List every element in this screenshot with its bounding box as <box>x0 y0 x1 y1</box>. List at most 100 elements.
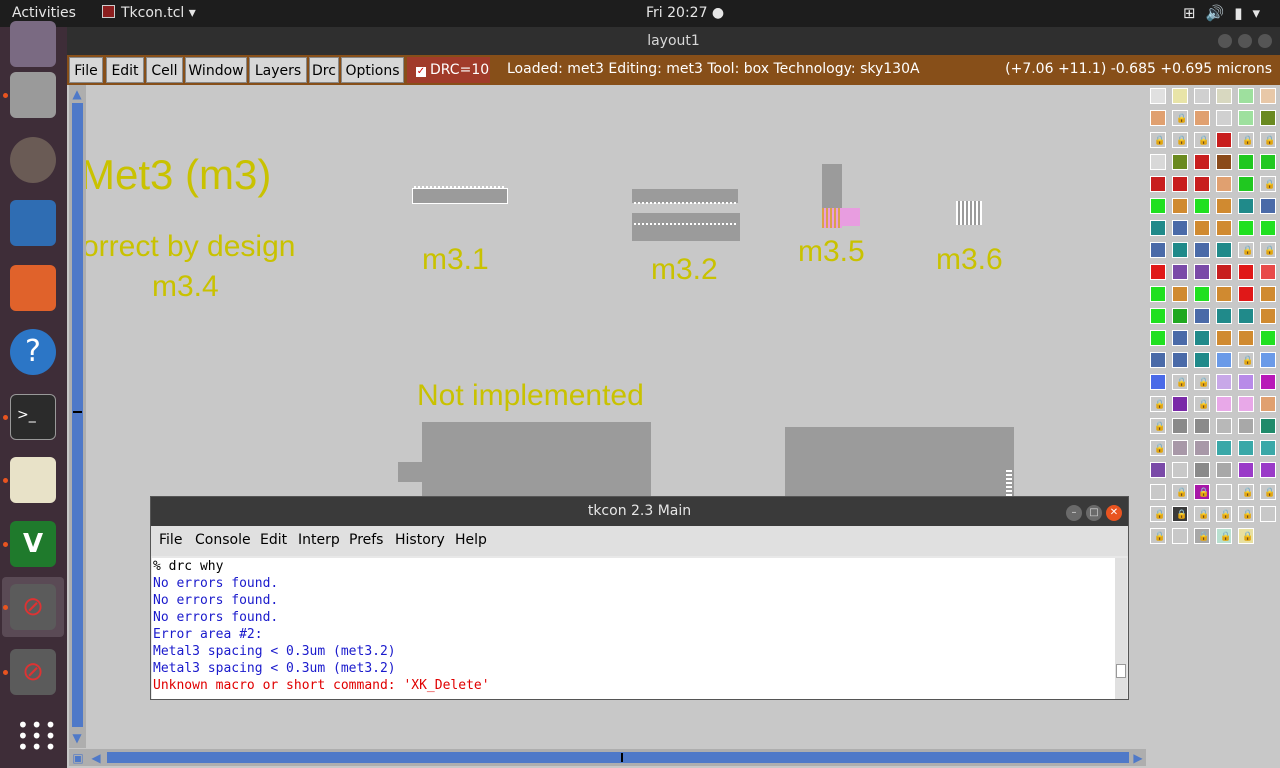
maximize-button[interactable] <box>1238 34 1252 48</box>
layer-swatch[interactable] <box>1194 198 1210 214</box>
tkcon-menu-console[interactable]: Console <box>195 532 251 548</box>
m32-shape-top[interactable] <box>632 189 738 203</box>
layer-swatch[interactable] <box>1238 110 1254 126</box>
layer-swatch[interactable] <box>1172 154 1188 170</box>
text-editor-icon[interactable] <box>10 457 56 503</box>
m32-shape-bottom[interactable] <box>632 213 740 241</box>
console-scroll-thumb[interactable] <box>1116 664 1126 678</box>
speaker-icon[interactable] <box>10 137 56 183</box>
drc-toggle[interactable]: ✓ DRC=10 <box>407 57 490 83</box>
scroll-thumb[interactable] <box>621 753 623 762</box>
layer-swatch[interactable]: 🔒 <box>1194 484 1210 500</box>
menu-layers[interactable]: Layers <box>249 57 307 83</box>
shape-large-left[interactable] <box>422 422 651 502</box>
layer-swatch[interactable] <box>1150 154 1166 170</box>
tkcon-menu-help[interactable]: Help <box>455 532 487 548</box>
layer-swatch[interactable] <box>1194 418 1210 434</box>
layer-swatch[interactable] <box>1194 220 1210 236</box>
layer-swatch[interactable] <box>1260 352 1276 368</box>
layer-swatch[interactable]: 🔒 <box>1194 528 1210 544</box>
scroll-thumb[interactable] <box>73 411 82 413</box>
m36-shape[interactable] <box>956 201 982 225</box>
layer-swatch[interactable] <box>1238 462 1254 478</box>
layer-swatch[interactable]: 🔒 <box>1150 418 1166 434</box>
menu-cell[interactable]: Cell <box>146 57 183 83</box>
layer-swatch[interactable] <box>1260 462 1276 478</box>
layer-swatch[interactable] <box>1150 330 1166 346</box>
layer-swatch[interactable] <box>1172 396 1188 412</box>
layer-swatch[interactable] <box>1238 374 1254 390</box>
layer-swatch[interactable] <box>1216 220 1232 236</box>
scroll-up-icon[interactable]: ▲ <box>70 87 84 101</box>
minimize-icon[interactable]: – <box>1066 505 1082 521</box>
layer-swatch[interactable] <box>1216 154 1232 170</box>
layer-swatch[interactable] <box>1150 484 1166 500</box>
scroll-right-icon[interactable]: ▶ <box>1131 751 1145 765</box>
mail-icon[interactable] <box>10 21 56 67</box>
layer-swatch[interactable] <box>1172 528 1188 544</box>
layer-swatch[interactable] <box>1194 330 1210 346</box>
layer-swatch[interactable] <box>1216 242 1232 258</box>
layer-swatch[interactable]: 🔒 <box>1260 176 1276 192</box>
tkcon-menu-prefs[interactable]: Prefs <box>349 532 383 548</box>
zoom-box-icon[interactable]: ▣ <box>71 751 85 765</box>
layer-swatch[interactable] <box>1216 198 1232 214</box>
layer-swatch[interactable] <box>1150 242 1166 258</box>
layer-swatch[interactable] <box>1194 176 1210 192</box>
close-icon[interactable]: ✕ <box>1106 505 1122 521</box>
layer-swatch[interactable] <box>1172 330 1188 346</box>
clock[interactable]: Fri 20:27 ● <box>646 5 724 21</box>
layer-swatch[interactable]: 🔒 <box>1150 506 1166 522</box>
layer-swatch[interactable] <box>1150 462 1166 478</box>
minimize-button[interactable] <box>1218 34 1232 48</box>
vertical-scrollbar[interactable]: ▲ ▼ <box>69 85 86 748</box>
layer-swatch[interactable]: 🔒 <box>1238 528 1254 544</box>
layer-swatch[interactable] <box>1216 396 1232 412</box>
menu-drc[interactable]: Drc <box>309 57 339 83</box>
scroll-down-icon[interactable]: ▼ <box>70 731 84 745</box>
layer-swatch[interactable]: 🔒 <box>1260 242 1276 258</box>
layer-swatch[interactable]: 🔒 <box>1172 484 1188 500</box>
tkcon-menu-history[interactable]: History <box>395 532 445 548</box>
layer-swatch[interactable]: 🔒 <box>1238 132 1254 148</box>
layer-swatch[interactable]: 🔒 <box>1194 506 1210 522</box>
magic-window-icon[interactable]: ⊘ <box>10 649 56 695</box>
layer-swatch[interactable] <box>1172 88 1188 104</box>
layer-swatch[interactable] <box>1194 308 1210 324</box>
menu-window[interactable]: Window <box>185 57 247 83</box>
layer-swatch[interactable] <box>1150 88 1166 104</box>
terminal-icon[interactable]: >_ <box>10 394 56 440</box>
tkcon-console[interactable]: % drc why No errors found. No errors found… <box>152 558 1116 699</box>
layer-swatch[interactable] <box>1260 440 1276 456</box>
layer-swatch[interactable] <box>1150 286 1166 302</box>
layer-swatch[interactable] <box>1194 352 1210 368</box>
m35-pink-shape[interactable] <box>842 208 860 226</box>
layer-swatch[interactable] <box>1238 88 1254 104</box>
layer-swatch[interactable] <box>1172 220 1188 236</box>
menu-edit[interactable]: Edit <box>106 57 144 83</box>
layer-swatch[interactable] <box>1216 440 1232 456</box>
layer-swatch[interactable] <box>1216 110 1232 126</box>
layer-swatch[interactable] <box>1260 154 1276 170</box>
layer-swatch[interactable] <box>1194 440 1210 456</box>
shape-large-right[interactable] <box>785 427 1014 507</box>
layer-swatch[interactable] <box>1216 374 1232 390</box>
layer-swatch[interactable] <box>1216 418 1232 434</box>
layer-swatch[interactable] <box>1150 308 1166 324</box>
layer-swatch[interactable] <box>1238 154 1254 170</box>
layer-swatch[interactable]: 🔒 <box>1150 132 1166 148</box>
layer-swatch[interactable] <box>1260 264 1276 280</box>
layer-swatch[interactable] <box>1216 286 1232 302</box>
menu-options[interactable]: Options <box>341 57 404 83</box>
vim-icon[interactable]: V <box>10 521 56 567</box>
layer-swatch[interactable] <box>1260 330 1276 346</box>
m31-shape[interactable] <box>412 188 508 204</box>
software-center-icon[interactable] <box>10 265 56 311</box>
layer-swatch[interactable] <box>1216 462 1232 478</box>
layer-swatch[interactable] <box>1172 462 1188 478</box>
layer-swatch[interactable] <box>1238 176 1254 192</box>
scroll-left-icon[interactable]: ◀ <box>89 751 103 765</box>
layer-swatch[interactable] <box>1216 88 1232 104</box>
layer-swatch[interactable] <box>1260 506 1276 522</box>
layer-swatch[interactable] <box>1150 352 1166 368</box>
